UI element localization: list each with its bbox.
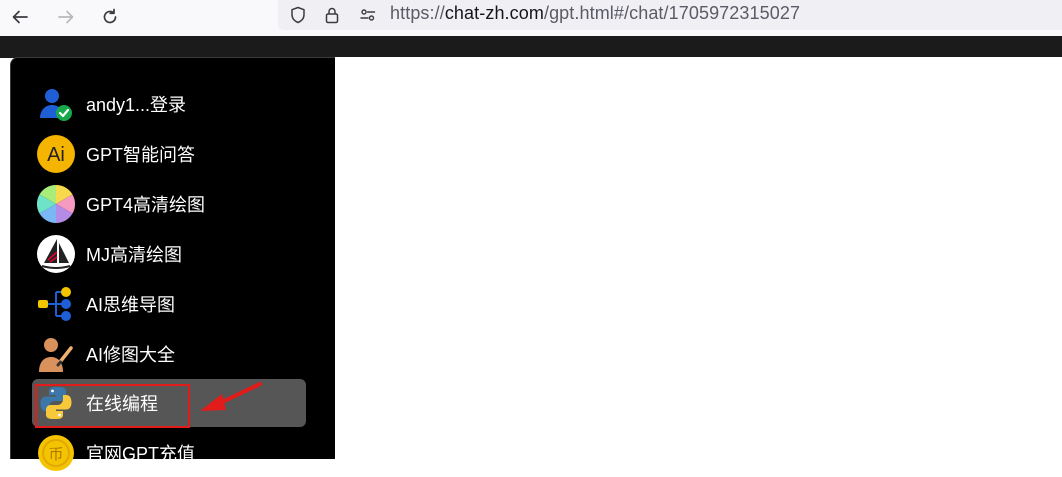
reload-icon (103, 8, 117, 24)
url-path: /gpt.html#/chat/1705972315027 (543, 3, 801, 23)
url-text[interactable]: https://chat-zh.com/gpt.html#/chat/17059… (390, 3, 800, 24)
main-content (335, 57, 1062, 459)
sidebar-item-label: AI修图大全 (86, 345, 176, 365)
sidebar-item-gpt-qa[interactable]: Ai GPT智能问答 (32, 130, 306, 178)
url-host: chat-zh.com (444, 3, 544, 23)
page-header-band (0, 36, 1062, 58)
user-verified-icon (36, 84, 76, 124)
lock-icon[interactable] (322, 5, 342, 25)
sidebar-item-label: GPT智能问答 (86, 145, 196, 165)
back-button[interactable] (7, 4, 33, 30)
sidebar-item-gpt4-draw[interactable]: GPT4高清绘图 (32, 180, 306, 228)
sidebar-item-label: MJ高清绘图 (86, 245, 182, 265)
ai-badge-icon: Ai (36, 134, 76, 174)
reload-button[interactable] (97, 4, 123, 30)
url-prefix: https:// (390, 3, 445, 23)
sailboat-icon (36, 234, 76, 274)
painter-icon (36, 334, 76, 374)
highlight-box (35, 384, 190, 428)
shield-icon[interactable] (288, 5, 308, 25)
sidebar-item-label: AI思维导图 (86, 295, 176, 315)
sidebar-item-photo-edit[interactable]: AI修图大全 (32, 330, 306, 378)
sidebar-item-login[interactable]: andy1...登录 (32, 80, 306, 128)
svg-text:Ai: Ai (47, 144, 65, 166)
color-wheel-icon (36, 184, 76, 224)
sidebar-item-label: 官网GPT充值 (86, 444, 196, 464)
sidebar-item-recharge[interactable]: 币 官网GPT充值 (32, 429, 306, 477)
coin-icon: 币 (36, 433, 76, 473)
browser-toolbar: https://chat-zh.com/gpt.html#/chat/17059… (0, 0, 1062, 36)
arrow-left-icon (12, 10, 28, 24)
sidebar-item-label: GPT4高清绘图 (86, 195, 206, 215)
forward-button[interactable] (53, 4, 79, 30)
svg-text:币: 币 (48, 445, 63, 463)
sidebar-item-mj-draw[interactable]: MJ高清绘图 (32, 230, 306, 278)
url-bar[interactable]: https://chat-zh.com/gpt.html#/chat/17059… (278, 0, 1062, 30)
permissions-icon[interactable] (358, 5, 378, 25)
arrow-right-icon (58, 10, 74, 24)
sidebar-item-label: andy1...登录 (86, 95, 187, 115)
annotation-arrow-icon (200, 382, 262, 411)
sidebar-item-mindmap[interactable]: AI思维导图 (32, 280, 306, 328)
mindmap-icon (36, 284, 76, 324)
